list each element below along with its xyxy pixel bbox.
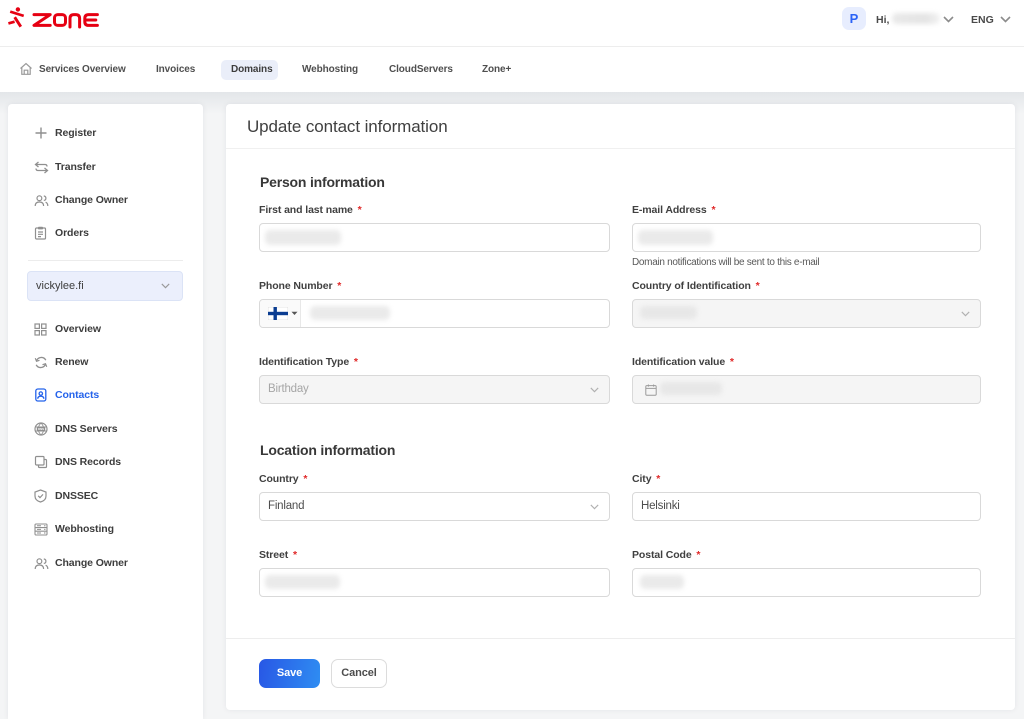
svg-text:DNS: DNS: [38, 427, 44, 431]
